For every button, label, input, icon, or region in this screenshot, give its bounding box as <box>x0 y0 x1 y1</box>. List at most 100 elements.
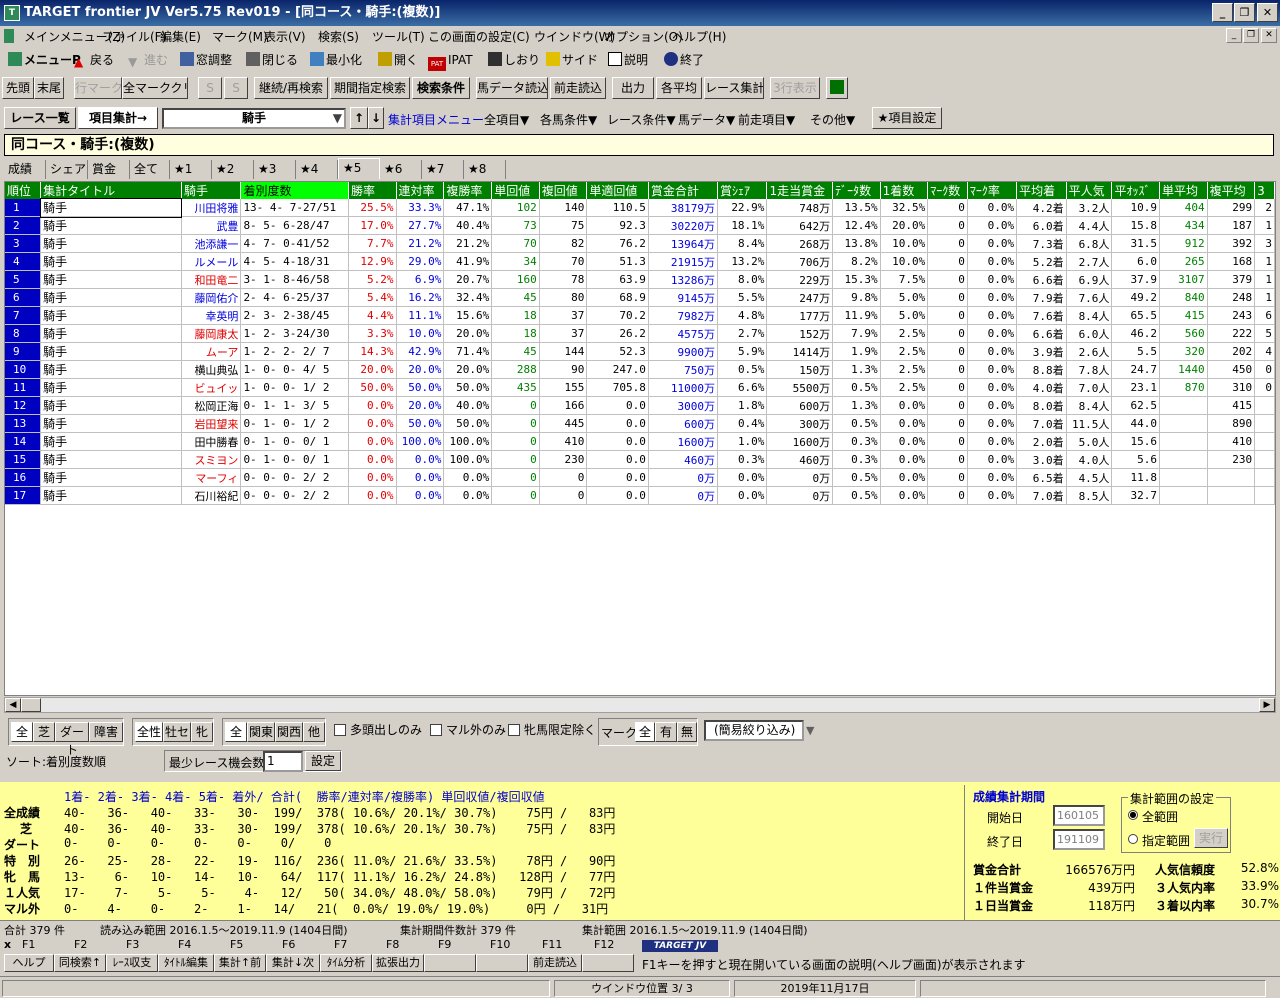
column-header[interactable]: 平ｵｯｽﾞ <box>1111 182 1161 199</box>
tab-prize[interactable]: 賞金 <box>88 160 130 179</box>
function-button[interactable] <box>476 954 528 972</box>
move-up-button[interactable]: ↑ <box>350 107 368 129</box>
close-fkeys-icon[interactable]: x <box>4 938 11 951</box>
all-items-menu[interactable]: 全項目▼ <box>484 111 529 128</box>
function-button[interactable]: 前走読込 <box>528 954 582 972</box>
mark-no-button[interactable]: 無 <box>677 722 697 742</box>
first-button[interactable]: 先頭 <box>2 77 34 99</box>
start-date-input[interactable]: 160105 <box>1053 805 1105 826</box>
tab-star3[interactable]: ★3 <box>254 160 296 179</box>
column-header[interactable]: 平均着 <box>1016 182 1067 199</box>
scroll-left-icon[interactable]: ◀ <box>5 698 21 712</box>
function-button[interactable]: ヘルプ <box>4 954 54 972</box>
column-header[interactable]: 複平均 <box>1207 182 1256 199</box>
results-grid[interactable]: 順位 集計タイトル 騎手 着別度数 勝率 連対率 複勝率 単回値 複回値 単適回値 賞金合計 賞ｼｪｱ… <box>4 181 1276 696</box>
other-menu[interactable]: その他▼ <box>810 111 855 128</box>
table-row[interactable]: 8 騎手 藤岡康太 1- 2- 3-24/30 3.3% 10.0% 20.0% 18 37 26… <box>5 324 1275 343</box>
column-header[interactable]: 複回値 <box>539 182 588 199</box>
menu-screen-settings[interactable]: この画面の設定(C) <box>428 28 530 45</box>
tab-star1[interactable]: ★1 <box>170 160 212 179</box>
stats-icon[interactable] <box>826 77 848 99</box>
tab-star7[interactable]: ★7 <box>422 160 464 179</box>
close-doc-button[interactable]: 閉じる <box>246 51 298 69</box>
scope-spec-radio[interactable] <box>1128 834 1138 844</box>
tab-star5[interactable]: ★5 <box>338 158 380 179</box>
column-header[interactable]: 単適回値 <box>586 182 649 199</box>
sex-all-button[interactable]: 全性 <box>135 722 163 742</box>
maximize-button[interactable]: ❐ <box>1234 3 1255 22</box>
menu-help[interactable]: ヘルプ(H) <box>672 28 726 45</box>
chevron-down-icon[interactable]: ▼ <box>806 724 814 737</box>
mdi-close-button[interactable]: ✕ <box>1261 28 1277 43</box>
table-row[interactable]: 7 騎手 幸英明 2- 3- 2-38/45 4.4% 11.1% 15.6% 18 37 70.… <box>5 306 1275 325</box>
table-row[interactable]: 3 騎手 池添謙一 4- 7- 0-41/52 7.7% 21.2% 21.2% 70 82 76… <box>5 234 1275 253</box>
menu-tools[interactable]: ツール(T) <box>372 28 425 45</box>
scroll-thumb[interactable] <box>21 698 41 712</box>
prev-race-load-button[interactable]: 前走読込 <box>550 77 606 99</box>
function-button[interactable] <box>582 954 634 972</box>
column-header[interactable]: 集計タイトル <box>40 182 182 199</box>
surface-dirt-button[interactable]: ダート <box>55 722 89 757</box>
tab-all[interactable]: 全て <box>130 160 170 179</box>
menu-edit[interactable]: 編集(E) <box>160 28 201 45</box>
sex-male-button[interactable]: 牡セ <box>163 722 191 742</box>
function-button[interactable]: 同検索↑ <box>54 954 106 972</box>
column-header[interactable]: 平人気 <box>1066 182 1113 199</box>
forward-button[interactable]: ▼ 進む <box>128 51 168 69</box>
s-button-2[interactable]: S <box>224 77 248 99</box>
tab-share[interactable]: シェア <box>46 160 88 179</box>
menu-mark[interactable]: マーク(M) <box>212 28 268 45</box>
explain-button[interactable]: 説明 <box>608 51 648 69</box>
period-search-button[interactable]: 期間指定検索 <box>330 77 410 99</box>
region-all-button[interactable]: 全 <box>225 722 247 742</box>
menu-view[interactable]: 表示(V) <box>264 28 306 45</box>
tab-star8[interactable]: ★8 <box>464 160 506 179</box>
column-header[interactable]: 賞ｼｪｱ <box>717 182 768 199</box>
table-row[interactable]: 1 騎手 川田将雅 13- 4- 7-27/51 25.5% 33.3% 47.1% 102 1… <box>5 198 1275 218</box>
column-header[interactable]: 複勝率 <box>443 182 493 199</box>
minimize-button[interactable]: _ <box>1212 3 1233 22</box>
mdi-minimize-button[interactable]: _ <box>1226 28 1242 43</box>
tab-results[interactable]: 成績 <box>4 160 46 179</box>
bookmark-button[interactable]: しおり <box>488 51 540 69</box>
column-header[interactable]: 騎手 <box>181 182 242 199</box>
averages-button[interactable]: 各平均 <box>656 77 702 99</box>
execute-button[interactable]: 実行 <box>1194 828 1228 848</box>
menu-file[interactable]: ファイル(F) <box>102 28 166 45</box>
function-button[interactable] <box>424 954 476 972</box>
min-races-input[interactable]: 1 <box>263 751 303 772</box>
min-races-set-button[interactable]: 設定 <box>305 751 341 771</box>
menu-option[interactable]: オプション(O) <box>604 28 683 45</box>
table-row[interactable]: 11 騎手 ビュイッ 1- 0- 0- 1/ 2 50.0% 50.0% 50.0% 435 1… <box>5 378 1275 397</box>
table-row[interactable]: 5 騎手 和田竜二 3- 1- 8-46/58 5.2% 6.9% 20.7% 160 78 63… <box>5 270 1275 289</box>
prev-items-menu[interactable]: 前走項目▼ <box>738 111 795 128</box>
surface-turf-button[interactable]: 芝 <box>33 722 55 742</box>
function-button[interactable]: 集計↑前 <box>214 954 266 972</box>
open-button[interactable]: 開く <box>378 51 418 69</box>
table-row[interactable]: 4 騎手 ルメール 4- 5- 4-18/31 12.9% 29.0% 41.9% 34 70 5… <box>5 252 1275 271</box>
clear-marks-button[interactable]: 全マーククリア <box>122 77 188 99</box>
horse-data-menu[interactable]: 馬データ▼ <box>678 111 735 128</box>
region-other-button[interactable]: 他 <box>303 722 325 742</box>
column-header[interactable]: 1走当賞金 <box>766 182 834 199</box>
scope-all-radio[interactable]: ● <box>1128 810 1138 820</box>
scroll-right-icon[interactable]: ▶ <box>1259 698 1275 712</box>
end-date-input[interactable]: 191109 <box>1053 829 1105 850</box>
table-row[interactable]: 2 騎手 武豊 8- 5- 6-28/47 17.0% 27.7% 40.4% 73 75 92.… <box>5 216 1275 235</box>
function-button[interactable]: ﾚｰｽ収支 <box>106 954 158 972</box>
row-mark-button[interactable]: 行マーク <box>74 77 122 99</box>
table-row[interactable]: 15 騎手 スミヨン 0- 1- 0- 0/ 1 0.0% 0.0% 100.0% 0 230 0… <box>5 450 1275 469</box>
horse-data-load-button[interactable]: 馬データ読込 <box>476 77 548 99</box>
table-row[interactable]: 17 騎手 石川裕紀 0- 0- 0- 2/ 2 0.0% 0.0% 0.0% 0 0 0.0 0万… <box>5 486 1275 505</box>
output-button[interactable]: 出力 <box>612 77 654 99</box>
column-header[interactable]: ﾃﾞｰﾀ数 <box>832 182 881 199</box>
column-header[interactable]: 勝率 <box>348 182 397 199</box>
horse-conditions-menu[interactable]: 各馬条件▼ <box>540 111 597 128</box>
function-button[interactable]: ﾀｲﾑ分析 <box>320 954 372 972</box>
menu-search[interactable]: 検索(S) <box>318 28 359 45</box>
exit-button[interactable]: 終了 <box>664 51 704 69</box>
surface-hurdle-button[interactable]: 障害 <box>89 722 123 742</box>
research-button[interactable]: 継続/再検索 <box>254 77 328 99</box>
column-header[interactable]: 連対率 <box>396 182 445 199</box>
region-kansai-button[interactable]: 関西 <box>275 722 303 742</box>
